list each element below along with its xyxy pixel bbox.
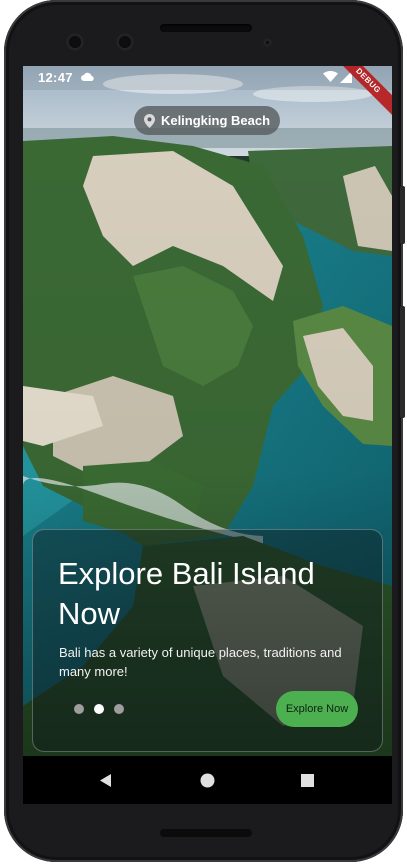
bottom-speaker bbox=[160, 829, 252, 837]
app-screen: 12:47 DEBUG Kelingking Beach Explore Bal… bbox=[23, 66, 392, 804]
page-indicator-dot[interactable] bbox=[114, 704, 124, 714]
front-camera-icon bbox=[66, 33, 84, 51]
status-time: 12:47 bbox=[38, 70, 73, 85]
page-description: Bali has a variety of unique places, tra… bbox=[59, 645, 342, 679]
home-icon[interactable] bbox=[200, 773, 215, 788]
cloud-icon bbox=[81, 72, 94, 81]
back-icon[interactable] bbox=[99, 774, 112, 787]
wifi-icon bbox=[323, 71, 338, 82]
power-button bbox=[400, 186, 405, 244]
explore-now-button[interactable]: Explore Now bbox=[276, 691, 358, 727]
intro-card: Explore Bali Island Now Bali has a varie… bbox=[32, 529, 383, 752]
location-pin-icon bbox=[143, 113, 155, 128]
proximity-sensor bbox=[263, 38, 272, 47]
recents-icon[interactable] bbox=[301, 774, 314, 787]
page-title: Explore Bali Island Now bbox=[58, 556, 315, 631]
location-chip[interactable]: Kelingking Beach bbox=[134, 106, 280, 135]
earpiece-speaker bbox=[160, 24, 252, 32]
system-nav-bar bbox=[23, 756, 392, 804]
device-frame: 12:47 DEBUG Kelingking Beach Explore Bal… bbox=[4, 0, 405, 862]
page-indicator-dot[interactable] bbox=[74, 704, 84, 714]
volume-button bbox=[400, 306, 405, 418]
page-indicator-dot-active[interactable] bbox=[94, 704, 104, 714]
front-camera-icon bbox=[116, 33, 134, 51]
location-label: Kelingking Beach bbox=[160, 113, 271, 128]
status-bar: 12:47 DEBUG bbox=[23, 66, 392, 119]
